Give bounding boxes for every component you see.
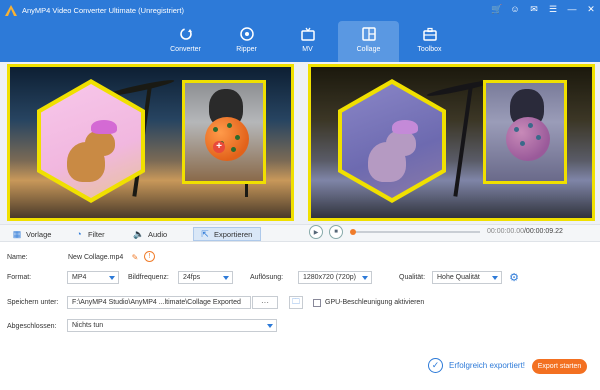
toolbox-icon [422, 26, 438, 42]
cart-icon[interactable]: 🛒 [491, 4, 502, 14]
tab-filter[interactable]: ◔ Filter [68, 227, 111, 241]
tab-ripper[interactable]: Ripper [216, 21, 277, 62]
quality-label: Qualität: [399, 274, 426, 281]
timecode: 00:00:00.00/00:00:09.22 [487, 228, 563, 235]
husky-ball-photo[interactable] [182, 80, 266, 184]
success-text: Erfolgreich exportiert! [449, 361, 526, 370]
play-button[interactable]: ▶ [309, 225, 323, 239]
quality-select[interactable]: Hohe Qualität [432, 271, 502, 284]
name-label: Name: [7, 254, 28, 261]
tab-label: Converter [170, 46, 201, 53]
check-circle-icon: ✓ [428, 358, 443, 373]
fps-select[interactable]: 24fps [178, 271, 233, 284]
open-folder-button[interactable]: 🗀 [289, 296, 303, 309]
main-nav: Converter Ripper MV Collage Toolbox [155, 21, 460, 62]
progress-handle[interactable] [350, 229, 356, 235]
grid-icon: ▦ [12, 228, 22, 239]
save-label: Speichern unter: [7, 299, 59, 306]
tab-collage[interactable]: Collage [338, 21, 399, 62]
file-name: New Collage.mp4 [68, 254, 124, 261]
app-title: AnyMP4 Video Converter Ultimate (Unregis… [22, 6, 185, 15]
preview-area: + [0, 62, 600, 224]
resolution-value: 1280x720 (720p) [303, 274, 356, 281]
chat-icon[interactable]: ✉ [529, 4, 539, 14]
tv-icon [300, 26, 316, 42]
format-label: Format: [7, 274, 32, 281]
start-export-button[interactable]: Export starten [532, 359, 587, 374]
add-media-icon[interactable]: + [213, 141, 225, 153]
resolution-select[interactable]: 1280x720 (720p) [298, 271, 372, 284]
chevron-down-icon [362, 276, 368, 280]
tab-toolbox[interactable]: Toolbox [399, 21, 460, 62]
current-time: 00:00:00.00 [487, 228, 524, 235]
after-done-value: Nichts tun [72, 322, 104, 329]
done-label: Abgeschlossen: [7, 323, 57, 330]
stop-button[interactable]: ■ [329, 225, 343, 239]
speaker-icon: 🔈 [133, 228, 145, 239]
tab-converter[interactable]: Converter [155, 21, 216, 62]
browse-button[interactable]: ··· [252, 296, 278, 309]
tab-label: Ripper [236, 46, 257, 53]
tab-exportieren[interactable]: ⇱ Exportieren [193, 227, 261, 241]
tab-label: Collage [356, 46, 381, 53]
user-icon[interactable]: ☺ [510, 4, 520, 14]
tab-label: Filter [88, 229, 105, 239]
window-controls: 🛒 ☺ ✉ ☰ — ✕ [491, 4, 596, 14]
collage-icon [361, 26, 377, 42]
fps-label: Bildfrequenz: [128, 274, 169, 281]
tab-vorlage[interactable]: ▦ Vorlage [6, 227, 57, 241]
save-path-field[interactable]: F:\AnyMP4 Studio\AnyMP4 ...ltimate\Colla… [67, 296, 251, 309]
quality-value: Hohe Qualität [437, 274, 480, 281]
title-bar: AnyMP4 Video Converter Ultimate (Unregis… [0, 0, 600, 62]
tab-label: MV [302, 46, 313, 53]
resolution-label: Auflösung: [250, 274, 284, 281]
info-icon[interactable]: ! [144, 251, 155, 262]
after-done-select[interactable]: Nichts tun [67, 319, 277, 332]
close-icon[interactable]: ✕ [586, 4, 596, 14]
folder-icon: 🗀 [292, 296, 300, 306]
fps-value: 24fps [183, 274, 201, 281]
refresh-icon [178, 26, 194, 42]
export-status: ✓ Erfolgreich exportiert! [428, 358, 525, 373]
filter-icon: ◔ [76, 229, 82, 239]
progress-track[interactable] [350, 229, 480, 235]
menu-icon[interactable]: ☰ [548, 4, 558, 14]
tab-label: Exportieren [214, 229, 253, 239]
minimize-icon[interactable]: — [567, 4, 577, 14]
husky-ball-photo-filtered [483, 80, 567, 184]
app-logo-icon [5, 5, 17, 16]
browse-label: ··· [261, 298, 269, 307]
disc-icon [239, 26, 255, 42]
collage-edit-canvas[interactable] [7, 64, 294, 221]
format-value: MP4 [72, 274, 87, 281]
tab-mv[interactable]: MV [277, 21, 338, 62]
gpu-checkbox[interactable] [313, 299, 321, 307]
chevron-down-icon [492, 276, 498, 280]
gear-icon[interactable]: ⚙ [508, 271, 520, 284]
tab-audio[interactable]: 🔈 Audio [128, 227, 173, 241]
collage-preview [308, 64, 595, 221]
chevron-down-icon [223, 276, 229, 280]
tab-label: Toolbox [417, 46, 442, 53]
total-time: /00:00:09.22 [523, 228, 563, 235]
save-path: F:\AnyMP4 Studio\AnyMP4 ...ltimate\Colla… [72, 299, 241, 306]
format-select[interactable]: MP4 [67, 271, 119, 284]
chevron-down-icon [109, 276, 115, 280]
chevron-down-icon [267, 324, 273, 328]
tab-label: Vorlage [26, 229, 52, 239]
export-icon: ⇱ [201, 228, 209, 239]
edit-icon[interactable]: ✎ [130, 252, 140, 262]
gpu-label: GPU-Beschleunigung aktivieren [325, 299, 425, 306]
tab-label: Audio [148, 229, 168, 239]
